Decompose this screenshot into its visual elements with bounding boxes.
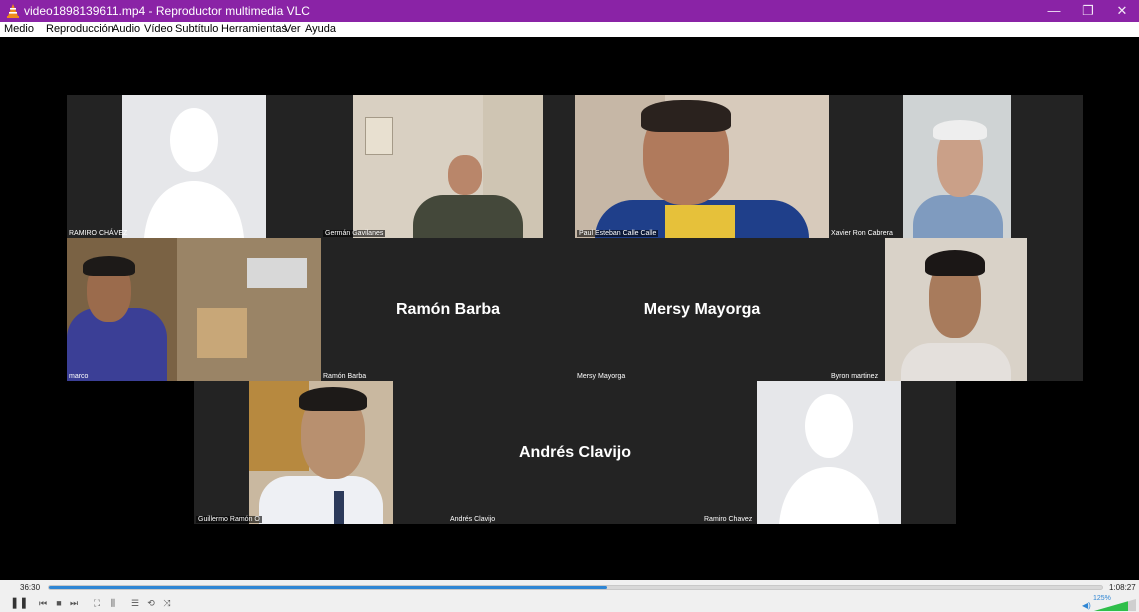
participant-tile-ramiro-chavez: RAMIRO CHÁVEZ	[67, 95, 321, 238]
menu-video[interactable]: Vídeo	[144, 23, 173, 35]
menu-reproduccion[interactable]: Reproducción	[46, 23, 114, 35]
maximize-button[interactable]: ❐	[1071, 0, 1105, 22]
loop-icon[interactable]: ⟲	[144, 597, 158, 609]
shuffle-icon[interactable]: ⤨	[160, 597, 174, 609]
previous-icon[interactable]: ⏮	[36, 597, 50, 609]
participant-tile-xavier: Xavier Ron Cabrera	[829, 95, 1083, 238]
fullscreen-icon[interactable]: ⛶	[90, 597, 104, 609]
minimize-button[interactable]: —	[1037, 0, 1071, 22]
pause-icon[interactable]: ❚❚	[10, 597, 28, 609]
video-area[interactable]: RAMIRO CHÁVEZ Germán Gavilanes Paul Este…	[8, 37, 1139, 580]
elapsed-time: 36:30	[20, 583, 41, 592]
camera-feed	[353, 95, 543, 238]
volume-control[interactable]: ◀) 125%	[1082, 595, 1136, 611]
participant-tile-german: Germán Gavilanes	[321, 95, 575, 238]
menu-herramientas[interactable]: Herramientas	[221, 23, 287, 35]
stop-icon[interactable]: ■	[52, 597, 66, 609]
participant-name: RAMIRO CHÁVEZ	[69, 230, 128, 237]
close-button[interactable]: ✕	[1105, 0, 1139, 22]
extended-settings-icon[interactable]: ⫼	[106, 597, 120, 609]
camera-feed	[249, 381, 393, 524]
participant-tile-paul: Paul Esteban Calle Calle	[575, 95, 829, 238]
participant-tile-andres-clavijo: Andrés Clavijo Andrés Clavijo	[448, 381, 702, 524]
participant-tile-byron: Byron martinez	[829, 238, 1083, 381]
menu-audio[interactable]: Audio	[112, 23, 140, 35]
volume-icon[interactable]: ◀)	[1082, 601, 1091, 610]
menu-ayuda[interactable]: Ayuda	[305, 23, 336, 35]
person-silhouette-icon	[779, 394, 879, 524]
window-titlebar: video1898139611.mp4 - Reproductor multim…	[0, 0, 1139, 22]
participant-display-name: Mersy Mayorga	[643, 300, 761, 318]
participant-name: Mersy Mayorga	[577, 373, 626, 380]
seek-bar[interactable]	[48, 585, 1103, 590]
next-icon[interactable]: ⏭	[67, 597, 81, 609]
participant-name: Andrés Clavijo	[450, 516, 496, 523]
camera-feed	[67, 238, 321, 381]
default-avatar	[122, 95, 266, 238]
volume-slider[interactable]	[1094, 599, 1136, 611]
menu-ver[interactable]: Ver	[284, 23, 301, 35]
window-title: video1898139611.mp4 - Reproductor multim…	[24, 4, 310, 18]
participant-name: Byron martinez	[831, 373, 879, 380]
menu-subtitulo[interactable]: Subtítulo	[175, 23, 218, 35]
participant-name: Ramiro Chavez	[704, 516, 753, 523]
participant-name: marco	[69, 373, 89, 380]
camera-feed	[885, 238, 1027, 381]
playlist-icon[interactable]: ☰	[128, 597, 142, 609]
participant-name: Xavier Ron Cabrera	[831, 230, 893, 237]
participant-tile-mersy-mayorga: Mersy Mayorga Mersy Mayorga	[575, 238, 829, 381]
participant-name: Guillermo Ramón O	[196, 516, 262, 523]
participant-tile-guillermo: Guillermo Ramón O	[194, 381, 448, 524]
participant-tile-ramon-barba: Ramón Barba Ramón Barba	[321, 238, 575, 381]
participant-name: Ramón Barba	[323, 373, 367, 380]
menu-medio[interactable]: Medio	[4, 23, 34, 35]
menu-bar: Medio Reproducción Audio Vídeo Subtítulo…	[0, 22, 1139, 37]
seek-progress	[49, 586, 608, 589]
participant-tile-marco: marco	[67, 238, 321, 381]
total-time: 1:08:27	[1109, 583, 1136, 592]
camera-feed	[575, 95, 829, 238]
default-avatar	[757, 381, 901, 524]
participant-display-name: Andrés Clavijo	[518, 443, 632, 461]
person-silhouette-icon	[144, 108, 244, 238]
participant-display-name: Ramón Barba	[395, 300, 501, 318]
participant-name: Germán Gavilanes	[323, 230, 386, 237]
participant-name: Paul Esteban Calle Calle	[577, 230, 659, 237]
participant-tile-ramiro-chavez-2: Ramiro Chavez	[702, 381, 956, 524]
vlc-cone-icon	[7, 4, 19, 18]
camera-feed	[903, 95, 1011, 238]
controls-bar: 36:30 1:08:27 ❚❚ ⏮ ■ ⏭ ⛶ ⫼ ☰ ⟲ ⤨ ◀) 125%	[0, 580, 1139, 612]
